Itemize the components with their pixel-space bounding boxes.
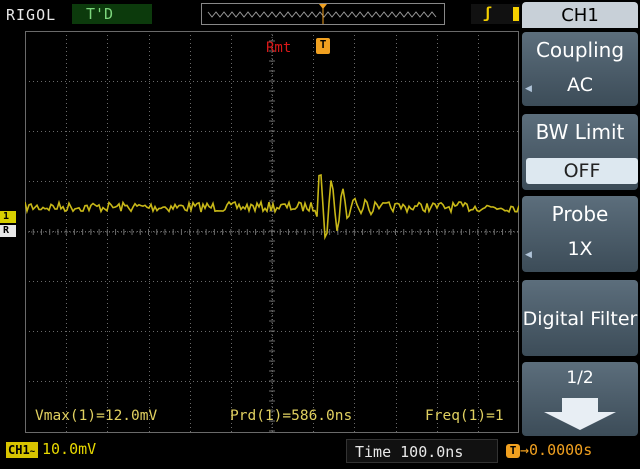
digital-filter-button[interactable]: Digital Filter — [522, 280, 638, 356]
probe-value: 1X — [567, 238, 593, 260]
coupling-label: Coupling — [535, 38, 625, 62]
probe-button[interactable]: Probe 1X ◀ — [522, 196, 638, 272]
coupling-button[interactable]: Coupling AC ◀ — [522, 32, 638, 106]
trigger-settings-indicator: ʃ — [471, 4, 521, 24]
measurement-frequency: Freq(1)=1 — [425, 408, 504, 424]
page-indicator: 1/2 — [566, 368, 594, 388]
measurement-period: Prd(1)=586.0ns — [230, 408, 353, 424]
measurement-vmax: Vmax(1)=12.0mV — [35, 408, 158, 424]
reference-marker[interactable]: R — [0, 225, 16, 237]
trigger-offset-value: 0.0000s — [529, 441, 593, 459]
memory-waveform-icon — [207, 4, 437, 24]
grid-lines — [25, 31, 519, 433]
trigger-status: T'D — [72, 4, 152, 24]
trigger-source-label: Rmt — [266, 40, 292, 56]
menu-title: CH1 — [522, 2, 638, 28]
timebase-readout: Time 100.0ns — [346, 439, 498, 463]
digital-filter-label: Digital Filter — [522, 308, 638, 330]
trigger-offset-readout: T →0.0000s — [506, 441, 592, 459]
trigger-arrow-icon: → — [520, 441, 530, 459]
triangle-left-icon: ◀ — [525, 250, 532, 260]
coupling-value: AC — [567, 74, 593, 96]
bw-limit-button[interactable]: BW Limit OFF — [522, 114, 638, 190]
bw-limit-value: OFF — [526, 158, 638, 184]
trigger-icon: T — [506, 444, 520, 458]
ac-coupling-icon: ~ — [29, 447, 36, 457]
ch1-ground-marker[interactable]: 1 — [0, 211, 16, 223]
channel-menu: CH1 Coupling AC ◀ BW Limit OFF Probe 1X … — [520, 0, 640, 440]
ch1-volts-per-div: 10.0mV — [42, 440, 97, 458]
bw-limit-label: BW Limit — [535, 120, 625, 144]
waveform-graticule[interactable] — [25, 31, 519, 433]
ch1-badge: CH1~ — [6, 442, 38, 458]
measurement-readouts: Vmax(1)=12.0mV Prd(1)=586.0ns Freq(1)=1 — [25, 404, 519, 430]
run-state-icon — [513, 7, 519, 21]
triangle-left-icon: ◀ — [525, 84, 532, 94]
memory-position-bar[interactable] — [201, 3, 445, 25]
oscilloscope-screen: RIGOL T'D ʃ Rmt T 1 R Vmax(1)=12.0mV Prd… — [0, 0, 640, 469]
trigger-position-marker[interactable]: T — [316, 38, 330, 54]
brand-logo: RIGOL — [6, 6, 57, 24]
probe-label: Probe — [551, 202, 609, 226]
arrow-down-icon — [544, 398, 616, 430]
ch1-badge-label: CH1 — [8, 443, 30, 457]
rising-edge-icon: ʃ — [483, 4, 493, 22]
next-page-button[interactable]: 1/2 — [522, 362, 638, 436]
